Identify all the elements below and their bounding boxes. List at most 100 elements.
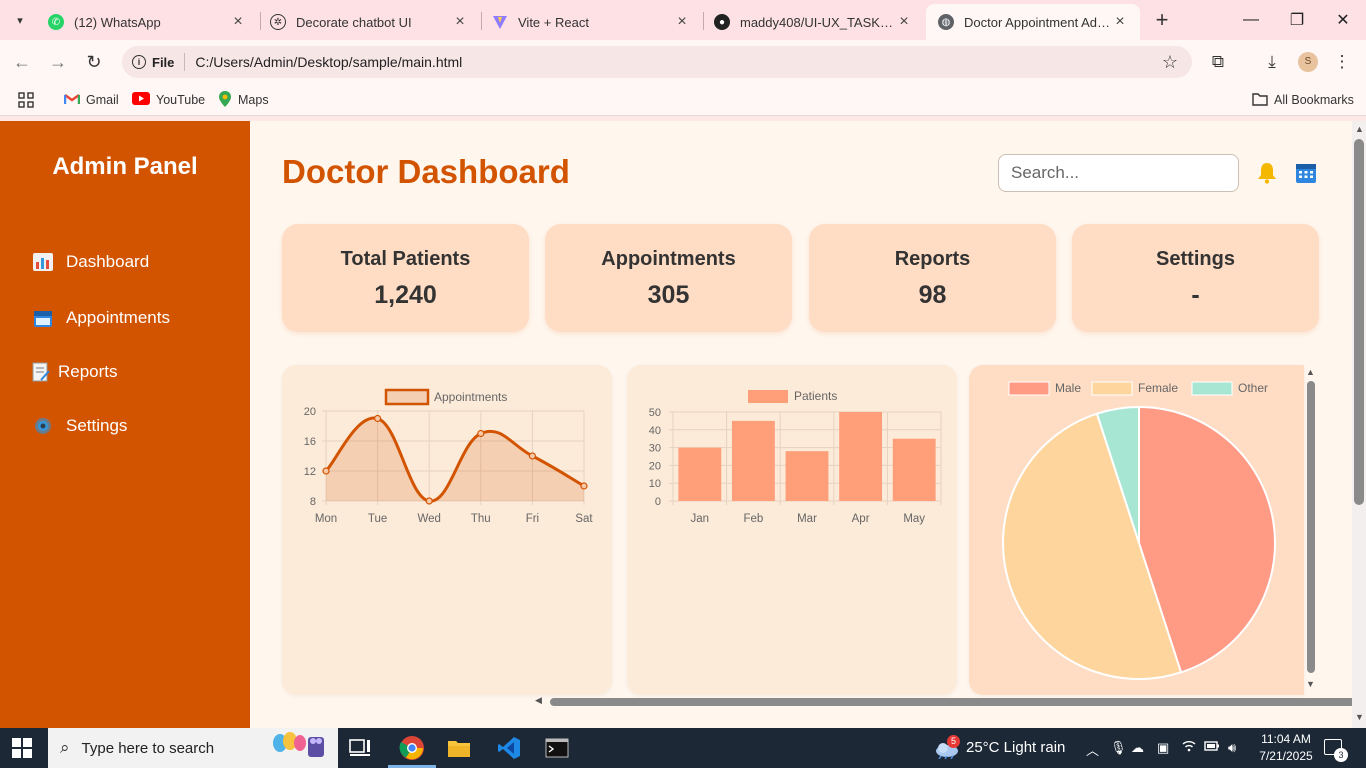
page-viewport: Admin Panel Dashboard Appointments Repor… — [0, 121, 1366, 728]
scroll-down-icon[interactable]: ▼ — [1355, 712, 1364, 722]
sidebar-item-appointments[interactable]: Appointments — [32, 305, 170, 331]
extensions-icon[interactable]: ⧉ — [1206, 50, 1230, 74]
brand-title: Admin Panel — [52, 153, 198, 180]
bookmark-gmail[interactable]: Gmail — [63, 90, 119, 110]
pie-chart: Male Female Other — [1002, 381, 1276, 680]
close-icon[interactable]: × — [1112, 13, 1128, 31]
y-tick-label: 40 — [649, 425, 661, 437]
scrollbar-thumb[interactable] — [1354, 139, 1364, 505]
bookmark-youtube[interactable]: YouTube — [132, 90, 205, 110]
legend-label: Female — [1138, 381, 1178, 395]
notification-count: 3 — [1334, 748, 1348, 762]
restore-icon[interactable]: ❐ — [1274, 0, 1320, 40]
search-input[interactable] — [998, 154, 1239, 192]
sidebar-item-reports[interactable]: Reports — [30, 359, 118, 385]
legend-label: Patients — [794, 389, 837, 403]
taskbar-search[interactable]: ⌕ Type here to search — [48, 728, 338, 768]
legend-swatch — [1008, 381, 1050, 396]
maps-icon — [218, 90, 232, 110]
github-icon: ● — [714, 14, 730, 30]
all-bookmarks[interactable]: All Bookmarks — [1252, 90, 1354, 110]
scroll-left-icon[interactable]: ◀ — [535, 695, 542, 706]
meet-now-icon[interactable]: ▣ — [1157, 740, 1169, 756]
download-icon[interactable]: ⤓ — [1260, 50, 1284, 74]
taskbar-search-placeholder: Type here to search — [81, 739, 215, 757]
battery-icon[interactable] — [1204, 740, 1220, 755]
calendar-icon[interactable] — [1295, 162, 1317, 184]
tab-chatbot[interactable]: ✲ Decorate chatbot UI × — [258, 4, 480, 40]
gmail-icon — [63, 93, 81, 108]
x-tick-label: Mon — [315, 513, 337, 525]
close-icon[interactable]: × — [896, 13, 912, 31]
wifi-icon[interactable] — [1182, 740, 1196, 755]
line-chart-panel: 8 12 16 20 Mon Tue Wed Thu Fri Sat Appointments — [282, 365, 612, 695]
bookmark-star-icon[interactable]: ☆ — [1162, 52, 1178, 73]
close-window-icon[interactable]: ✕ — [1320, 0, 1366, 40]
browser-toolbar: ← → ↻ i File C:/Users/Admin/Desktop/samp… — [0, 40, 1366, 84]
scroll-down-icon[interactable]: ▼ — [1306, 679, 1315, 689]
data-point — [373, 414, 382, 423]
stat-card-reports: Reports 98 — [809, 224, 1056, 332]
line-chart: 8 12 16 20 Mon Tue Wed Thu Fri Sat Appointments — [304, 388, 593, 525]
terminal-icon[interactable] — [543, 734, 571, 762]
y-tick-label: 20 — [304, 406, 316, 418]
data-point — [528, 452, 536, 460]
globe-icon: ◍ — [938, 14, 954, 30]
profile-avatar[interactable]: S — [1298, 52, 1318, 72]
charts-horizontal-scrollbar[interactable]: ◀ ▶ — [532, 694, 1366, 708]
address-divider — [184, 53, 186, 71]
windows-start-icon[interactable] — [12, 738, 32, 758]
more-menu-icon[interactable]: ⋮ — [1330, 50, 1354, 74]
scroll-up-icon[interactable]: ▲ — [1355, 124, 1364, 134]
bell-icon[interactable] — [1255, 161, 1279, 185]
series-area — [326, 417, 584, 502]
page-scrollbar[interactable]: ▲ ▼ — [1352, 121, 1366, 728]
sidebar-item-dashboard[interactable]: Dashboard — [32, 249, 149, 275]
main-content: Doctor Dashboard Total Patients 1,240 Ap… — [250, 121, 1366, 728]
minimize-icon[interactable]: — — [1228, 0, 1274, 40]
reload-icon[interactable]: ↻ — [82, 50, 106, 74]
vscode-icon[interactable] — [495, 734, 523, 762]
forward-icon[interactable]: → — [46, 50, 70, 74]
address-bar[interactable]: i File C:/Users/Admin/Desktop/sample/mai… — [122, 46, 1192, 78]
y-tick-label: 0 — [655, 496, 661, 508]
bookmark-maps[interactable]: Maps — [218, 90, 269, 110]
scrollbar-thumb[interactable] — [550, 698, 1366, 706]
bar — [785, 451, 829, 501]
pie-panel-scrollbar[interactable]: ▲ ▼ — [1304, 365, 1318, 695]
tab-title: Decorate chatbot UI — [296, 14, 412, 30]
close-icon[interactable]: × — [452, 13, 468, 31]
bar — [839, 412, 883, 501]
sidebar-item-settings[interactable]: Settings — [32, 413, 127, 439]
chevron-up-icon[interactable]: ︿ — [1086, 740, 1099, 759]
scrollbar-thumb[interactable] — [1307, 381, 1315, 673]
close-icon[interactable]: × — [674, 13, 690, 31]
microphone-icon[interactable]: 🎙︎ — [1110, 740, 1127, 756]
x-tick-label: Thu — [471, 513, 491, 525]
scroll-up-icon[interactable]: ▲ — [1306, 367, 1315, 377]
system-clock[interactable]: 11:04 AM 7/21/2025 — [1256, 731, 1316, 765]
onedrive-icon[interactable]: ☁ — [1131, 740, 1144, 756]
tab-doctor-dashboard[interactable]: ◍ Doctor Appointment Admin × — [926, 4, 1140, 40]
task-view-icon[interactable] — [346, 734, 374, 762]
volume-icon[interactable]: 🔊︎ — [1228, 740, 1236, 756]
search-icon: ⌕ — [60, 738, 70, 757]
file-explorer-icon[interactable] — [445, 734, 473, 762]
page-title: Doctor Dashboard — [282, 153, 570, 190]
y-tick-label: 10 — [649, 478, 661, 490]
chrome-icon[interactable] — [398, 734, 426, 762]
info-icon[interactable]: i — [132, 55, 146, 69]
clock-date: 7/21/2025 — [1259, 749, 1313, 763]
back-icon[interactable]: ← — [10, 50, 34, 74]
new-tab-icon[interactable]: + — [1150, 8, 1174, 32]
address-url[interactable]: C:/Users/Admin/Desktop/sample/main.html — [195, 54, 1161, 70]
tab-search-chevron-icon[interactable]: ▾ — [8, 8, 32, 32]
close-icon[interactable]: × — [230, 13, 246, 31]
tab-github[interactable]: ● maddy408/UI-UX_TASK at Ta × — [702, 4, 924, 40]
weather-text[interactable]: 25°C Light rain — [966, 739, 1065, 756]
card-value: - — [1191, 281, 1200, 309]
apps-grid-icon[interactable] — [18, 90, 34, 110]
tab-whatsapp[interactable]: ✆ (12) WhatsApp × — [36, 4, 258, 40]
tab-vite[interactable]: Vite + React × — [480, 4, 702, 40]
sidebar: Admin Panel Dashboard Appointments Repor… — [0, 121, 250, 728]
